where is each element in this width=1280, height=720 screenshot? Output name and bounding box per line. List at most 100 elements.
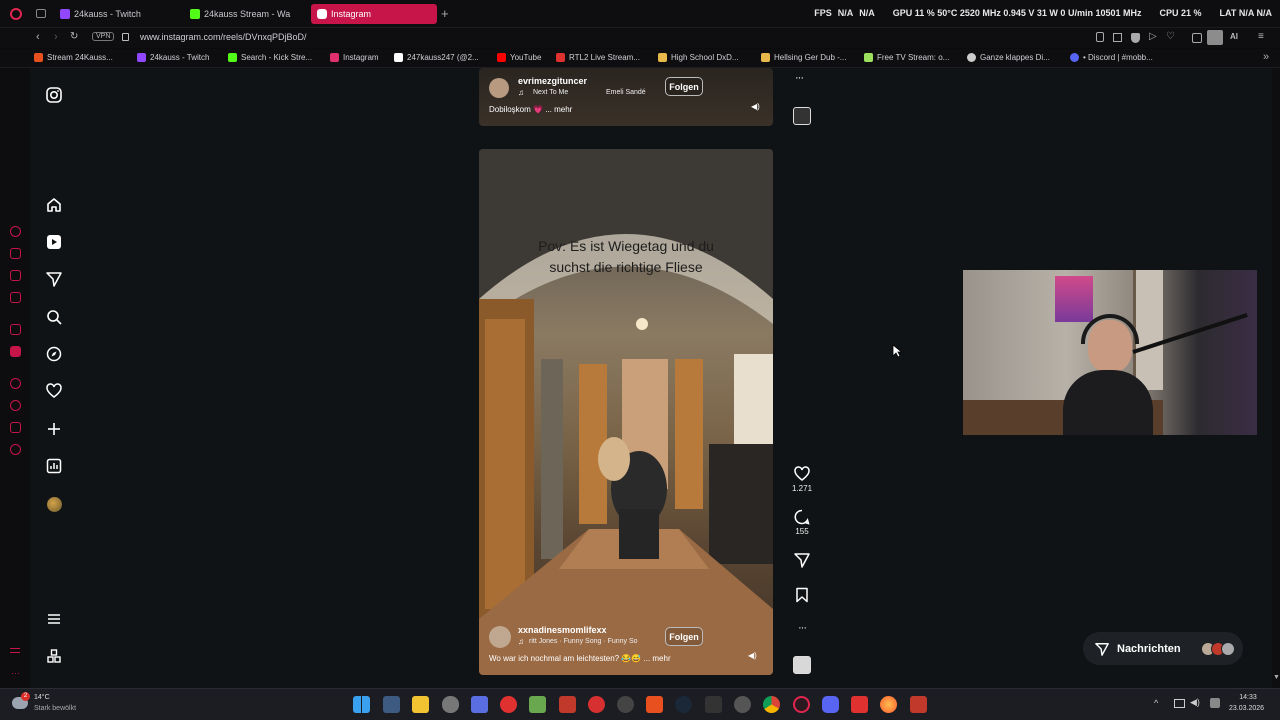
create-plus-icon[interactable]	[44, 419, 64, 439]
bookmark-item[interactable]: Free TV Stream: o...	[864, 53, 949, 62]
reel-username[interactable]: evrimezgituncer	[518, 76, 587, 86]
like-button[interactable]: 1.271	[792, 466, 812, 493]
bookmark-item[interactable]: Search - Kick Stre...	[228, 53, 312, 62]
bookmark-item[interactable]: Ganze klappes Di...	[967, 53, 1050, 62]
easy-setup-icon[interactable]: ≡	[1258, 31, 1264, 42]
vpn-badge[interactable]: VPN	[92, 32, 115, 41]
mouse-app-icon[interactable]	[442, 696, 459, 713]
reel-username[interactable]: xxnadinesmomlifexx	[518, 625, 607, 635]
aria-ai-icon[interactable]: AI	[1230, 32, 1238, 41]
opera-gx-icon[interactable]	[793, 696, 810, 713]
back-icon[interactable]: ‹	[36, 31, 40, 43]
reel-caption[interactable]: Wo war ich nochmal am leichtesten? 😂😅 ..…	[489, 654, 671, 663]
bookmark-item[interactable]: High School DxD...	[658, 53, 739, 62]
bookmark-item[interactable]: YouTube	[497, 53, 541, 62]
bookmarks-overflow-icon[interactable]: »	[1263, 51, 1269, 63]
discord-icon[interactable]	[822, 696, 839, 713]
sidebar-more-icon[interactable]: ···	[11, 668, 20, 678]
audio-thumbnail[interactable]	[793, 656, 811, 674]
reel-artist[interactable]: Emeli Sandé	[606, 89, 646, 96]
bookmark-item[interactable]: RTL2 Live Stream...	[556, 53, 640, 62]
weather-temp[interactable]: 14°C	[34, 694, 50, 701]
reel-video[interactable]: Pov: Es ist Wiegetag und du suchst die r…	[479, 149, 773, 675]
player-icon[interactable]: ▷	[1149, 31, 1157, 42]
follow-button[interactable]: Folgen	[665, 627, 703, 646]
crypto-wallet-icon[interactable]	[10, 248, 21, 259]
bookmark-item[interactable]: Hellsing Ger Dub -...	[761, 53, 846, 62]
snapshot-icon[interactable]	[1113, 33, 1122, 42]
green-app-icon[interactable]	[529, 696, 546, 713]
app-icon[interactable]	[705, 696, 722, 713]
file-explorer-icon[interactable]	[412, 696, 429, 713]
youtube-sidebar-icon[interactable]	[10, 346, 21, 357]
weather-desc[interactable]: Stark bewölkt	[34, 705, 76, 712]
reel-caption[interactable]: Dobiloşkom 💗 ... mehr	[489, 105, 572, 114]
app-icon[interactable]	[910, 696, 927, 713]
avatar[interactable]	[489, 78, 509, 98]
page-scrollbar[interactable]: ▼	[1272, 68, 1280, 688]
bookmark-item[interactable]: Stream 24Kauss...	[34, 53, 113, 62]
explore-compass-icon[interactable]	[44, 344, 64, 364]
stream-app-icon[interactable]	[559, 696, 576, 713]
tab-instagram[interactable]: Instagram	[311, 4, 437, 24]
app-icon[interactable]	[646, 696, 663, 713]
tab-kick[interactable]: 24kauss Stream - Wa	[184, 4, 306, 24]
follow-button[interactable]: Folgen	[665, 77, 703, 96]
gear-app-icon[interactable]	[734, 696, 751, 713]
profile-avatar[interactable]	[1207, 30, 1223, 45]
share-button[interactable]	[792, 552, 812, 570]
bookmark-item[interactable]: Instagram	[330, 53, 379, 62]
avatar[interactable]	[489, 626, 511, 648]
pin-icon[interactable]	[1096, 32, 1104, 42]
reel-song[interactable]: Next To Me	[533, 89, 568, 96]
reel-song[interactable]: ritt Jones · Funny Song · Funny So	[529, 638, 638, 645]
adblock-shield-icon[interactable]	[1131, 33, 1140, 43]
reel-card-previous[interactable]: evrimezgituncer ♫ Next To Me Emeli Sandé…	[479, 68, 773, 126]
extensions-sidebar-icon[interactable]	[10, 422, 21, 433]
gx-corner-icon[interactable]	[10, 648, 20, 653]
clock-date[interactable]: 23.03.2026	[1229, 705, 1264, 712]
direct-share-icon[interactable]	[44, 269, 64, 289]
tray-app-icon[interactable]	[1210, 698, 1220, 708]
speaker-icon[interactable]: ◀)	[1190, 697, 1200, 708]
profile-avatar[interactable]	[44, 494, 64, 514]
tab-overview-icon[interactable]	[36, 9, 46, 18]
favorites-heart-icon[interactable]: ♡	[1166, 31, 1175, 42]
notifications-heart-icon[interactable]	[44, 381, 64, 401]
url-field[interactable]: www.instagram.com/reels/DVnxqPDjBoD/	[140, 32, 307, 42]
more-options-icon[interactable]: ···	[795, 72, 804, 84]
comment-button[interactable]: 155	[792, 509, 812, 536]
forward-icon[interactable]: ›	[54, 31, 58, 43]
chrome-icon[interactable]	[763, 696, 780, 713]
extensions-icon[interactable]	[1192, 33, 1202, 43]
music-icon[interactable]	[10, 292, 21, 303]
volume-icon[interactable]: ◀)	[748, 651, 757, 660]
messages-button[interactable]: Nachrichten	[1083, 632, 1243, 665]
dashboard-icon[interactable]	[44, 456, 64, 476]
bookmark-item[interactable]: 247kauss247 (@2...	[394, 53, 479, 62]
home-icon[interactable]	[44, 195, 64, 215]
search-icon[interactable]	[44, 307, 64, 327]
more-options-icon[interactable]: ···	[792, 622, 812, 634]
save-button[interactable]	[792, 587, 812, 605]
tray-chevron-icon[interactable]: ^	[1154, 698, 1158, 708]
volume-icon[interactable]: ◀)	[751, 102, 760, 111]
bookmark-item[interactable]: 24kauss - Twitch	[137, 53, 209, 62]
reload-icon[interactable]: ↻	[70, 31, 78, 42]
new-tab-button[interactable]: +	[441, 6, 449, 21]
firefox-icon[interactable]	[880, 696, 897, 713]
steam-icon[interactable]	[675, 696, 692, 713]
messenger-icon[interactable]	[10, 270, 21, 281]
app-icon[interactable]	[851, 696, 868, 713]
settings-icon[interactable]	[10, 444, 21, 455]
red-app-icon[interactable]	[500, 696, 517, 713]
reels-icon[interactable]	[44, 232, 64, 252]
player-sidebar-icon[interactable]	[10, 378, 21, 389]
meta-apps-icon[interactable]	[44, 646, 64, 666]
bookmark-item[interactable]: • Discord | #mobb...	[1070, 53, 1153, 62]
opera-logo-icon[interactable]	[10, 8, 22, 20]
tab-twitch[interactable]: 24kauss - Twitch	[54, 4, 180, 24]
obs-icon[interactable]	[617, 696, 634, 713]
windows-start-icon[interactable]	[353, 696, 370, 713]
scroll-down-icon[interactable]: ▼	[1273, 674, 1280, 681]
